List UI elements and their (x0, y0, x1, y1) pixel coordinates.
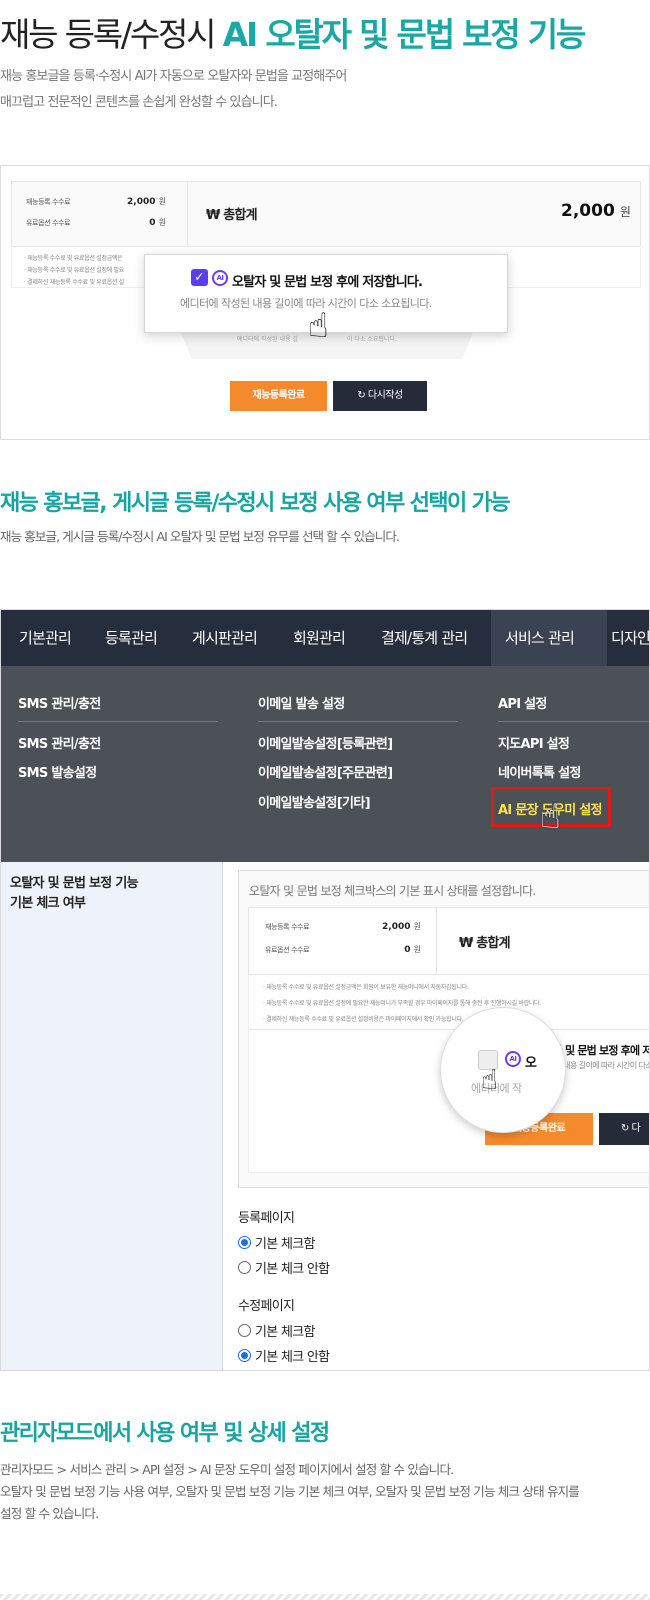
preview-fee-box: 재능등록 수수료 2,000 원 유료옵션 수수료 0 원 ₩ 총합계 (248, 907, 649, 975)
fee-divider (187, 182, 188, 246)
note-1: · 재능등록 수수료 및 유료옵션 설정금액은 (24, 255, 123, 262)
section1-desc-line2: 매끄럽고 전문적인 콘텐츠를 손쉽게 완성할 수 있습니다. (0, 95, 278, 110)
section1-title-accent: AI 오탈자 및 문법 보정 기능 (222, 15, 587, 54)
menu-link-email-order[interactable]: 이메일발송설정[주문관련] (258, 762, 393, 781)
preview-panel: 오탈자 및 문법 보정 체크박스의 기본 표시 상태를 설정합니다. 재능등록 … (238, 870, 649, 1188)
menu-head-sms[interactable]: SMS 관리/충전 (18, 693, 101, 712)
setting-label-column: 오탈자 및 문법 보정 기능 기본 체크 여부 (1, 862, 223, 1370)
menu-head-email[interactable]: 이메일 발송 설정 (258, 693, 345, 712)
popup-subtitle: 에디터에 작성된 내용 길이에 따라 시간이 다소 소요됩니다. (180, 297, 432, 310)
setting-label-line2: 기본 체크 여부 (10, 896, 86, 911)
preview-rewrite-button[interactable]: ↻ 다 (599, 1113, 649, 1145)
checkbox-checked-icon[interactable]: ✓ (191, 269, 208, 286)
fee-divider (436, 908, 437, 974)
notes-divider (249, 1029, 649, 1030)
note-2: · 재능등록 수수료 및 유료옵션 설정에 필요한 재능머니가 부족할 경우 마… (263, 1000, 541, 1007)
section3-title: 관리자모드에서 사용 여부 및 상세 설정 (0, 1421, 330, 1446)
total-amount: 2,000 원 (561, 201, 631, 221)
section2-desc: 재능 홍보글, 게시글 등록/수정시 AI 오탈자 및 문법 보정 유무를 선택… (0, 529, 400, 544)
edit-page-option-uncheck[interactable]: 기본 체크 안함 (255, 1346, 330, 1365)
save-popup-screenshot: 재능등록 수수료 2,000 원 유료옵션 수수료 0 원 ₩ 총합계 2,00… (0, 165, 650, 440)
fee-label: 재능등록 수수료 (26, 198, 71, 206)
rewrite-button[interactable]: ↻ 다시작성 (333, 381, 427, 411)
section1-desc-line1: 재능 홍보글을 등록·수정시 AI가 자동으로 오탈자와 문법을 교정해주어 (0, 69, 347, 84)
section3-line2: 오탈자 및 문법 보정 기능 사용 여부, 오탈자 및 문법 보정 기능 기본 … (0, 1484, 580, 1499)
section3-line1: 관리자모드 > 서비스 관리 > API 설정 > AI 문장 도우미 설정 페… (0, 1462, 454, 1477)
section3-line3: 설정 할 수 있습니다. (0, 1506, 99, 1521)
edit-page-group-title: 수정페이지 (238, 1299, 295, 1314)
nav-item-payment[interactable]: 결제/통계 관리 (381, 610, 468, 666)
menu-link-email-etc[interactable]: 이메일발송설정[기타] (258, 792, 371, 811)
hand-pointer-icon: ☝ (308, 306, 329, 346)
register-page-group-title: 등록페이지 (238, 1211, 295, 1226)
menu-link-naver-talk[interactable]: 네이버톡톡 설정 (498, 762, 581, 781)
option-value: 0 원 (149, 218, 166, 228)
register-page-option-check[interactable]: 기본 체크함 (255, 1233, 315, 1252)
fee-summary-box: 재능등록 수수료 2,000 원 유료옵션 수수료 0 원 ₩ 총합계 2,00… (11, 181, 641, 247)
menu-head-api[interactable]: API 설정 (498, 693, 547, 712)
under-note-a: 에디터에 작성된 내용 길 (237, 336, 298, 343)
popup-title: 오탈자 및 문법 보정 후에 저장합니다. (232, 275, 423, 290)
fee-label: 재능등록 수수료 (265, 923, 310, 931)
menu-link-sms-send[interactable]: SMS 발송설정 (18, 762, 97, 781)
section1-title: 재능 등록/수정시 AI 오탈자 및 문법 보정 기능 (0, 8, 587, 56)
menu-divider (498, 721, 649, 722)
register-page-radio-check[interactable] (238, 1236, 251, 1249)
preview-desc: 오탈자 및 문법 보정 체크박스의 기본 표시 상태를 설정합니다. (249, 884, 536, 898)
nav-item-service[interactable]: 서비스 관리 (491, 610, 607, 666)
nav-item-basic[interactable]: 기본관리 (19, 610, 72, 666)
menu-link-sms-manage[interactable]: SMS 관리/충전 (18, 733, 101, 752)
fee-value: 2,000 원 (382, 922, 421, 932)
total-label: ₩ 총합계 (459, 936, 511, 951)
edit-page-radio-check[interactable] (238, 1324, 251, 1337)
note-2: · 재능등록 수수료 및 유료옵션 설정에 필요 (24, 267, 124, 274)
setting-label-line1: 오탈자 및 문법 보정 기능 (10, 876, 139, 891)
register-page-option-uncheck[interactable]: 기본 체크 안함 (255, 1258, 330, 1277)
option-label: 유료옵션 수수료 (26, 219, 71, 227)
admin-top-nav: 기본관리 등록관리 게시판관리 회원관리 결제/통계 관리 서비스 관리 디자인 (1, 610, 649, 666)
hand-pointer-icon: ☝ (481, 1063, 499, 1096)
ai-icon: AI (212, 270, 228, 286)
note-1: · 재능등록 수수료 및 유료옵션 설정금액은 회원이 보유한 재능머니에서 자… (263, 984, 469, 991)
zoom-title-fragment: 오 (525, 1056, 537, 1071)
edit-page-radio-uncheck[interactable] (238, 1349, 251, 1362)
hand-pointer-icon: ☝ (540, 797, 561, 837)
menu-divider (18, 721, 218, 722)
menu-link-map-api[interactable]: 지도API 설정 (498, 733, 570, 752)
ai-icon: AI (505, 1051, 521, 1067)
edit-page-option-check[interactable]: 기본 체크함 (255, 1321, 315, 1340)
option-label: 유료옵션 수수료 (265, 946, 310, 954)
section2-title: 재능 홍보글, 게시글 등록/수정시 보정 사용 여부 선택이 가능 (0, 491, 511, 516)
under-note-b: 이 다소 소요됩니다. (347, 336, 397, 343)
register-page-radio-uncheck[interactable] (238, 1261, 251, 1274)
bottom-stripe-divider (0, 1594, 650, 1600)
nav-item-register[interactable]: 등록관리 (105, 610, 158, 666)
nav-item-board[interactable]: 게시판관리 (192, 610, 258, 666)
admin-screenshot: 기본관리 등록관리 게시판관리 회원관리 결제/통계 관리 서비스 관리 디자인… (0, 609, 650, 1371)
total-label: ₩ 총합계 (206, 208, 258, 223)
note-3: · 결제하신 재능등록 수수료 및 유료옵션 설 (24, 279, 124, 286)
menu-link-email-register[interactable]: 이메일발송설정[등록관련] (258, 733, 393, 752)
menu-divider (258, 721, 458, 722)
zoom-magnifier: AI 오 에디터에 작 ☝ (440, 1007, 566, 1133)
note-3: · 결제하신 재능등록 수수료 및 유료옵션 설정비용은 마이페이지에서 확인 … (263, 1016, 464, 1023)
section1-title-plain: 재능 등록/수정시 (0, 15, 223, 54)
option-value: 0 원 (404, 945, 421, 955)
nav-item-design[interactable]: 디자인 (611, 610, 649, 666)
fee-value: 2,000 원 (127, 197, 166, 207)
register-complete-button[interactable]: 재능등록완료 (230, 381, 327, 411)
nav-item-member[interactable]: 회원관리 (293, 610, 346, 666)
